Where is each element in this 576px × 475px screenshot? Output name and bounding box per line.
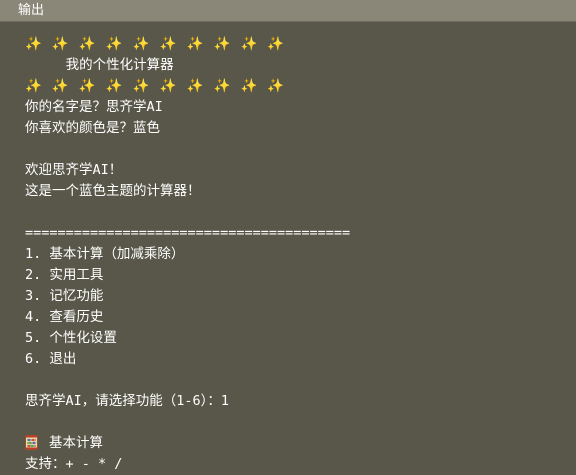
console-lines: ✨ ✨ ✨ ✨ ✨ ✨ ✨ ✨ ✨ ✨ 我的个性化计算器 ✨ ✨ ✨ ✨ ✨ ✨… bbox=[25, 34, 350, 475]
menu-item-tools: 2. 实用工具 bbox=[25, 267, 104, 283]
menu-item-basic-calc: 1. 基本计算（加减乘除） bbox=[25, 246, 185, 262]
support-line: 支持：+ - * / bbox=[25, 456, 123, 472]
sparkle-line-bottom: ✨ ✨ ✨ ✨ ✨ ✨ ✨ ✨ ✨ ✨ bbox=[25, 78, 286, 94]
theme-line: 这是一个蓝色主题的计算器！ bbox=[25, 183, 201, 199]
app-title-line: 我的个性化计算器 bbox=[25, 57, 174, 73]
menu-item-exit: 6. 退出 bbox=[25, 351, 77, 367]
choice-prompt-line: 思齐学AI，请选择功能（1-6）：1 bbox=[25, 393, 230, 409]
menu-item-memory: 3. 记忆功能 bbox=[25, 288, 104, 304]
abacus-icon bbox=[25, 435, 38, 450]
sparkle-line-top: ✨ ✨ ✨ ✨ ✨ ✨ ✨ ✨ ✨ ✨ bbox=[25, 36, 286, 52]
blank-line bbox=[25, 202, 350, 223]
console-output[interactable]: ✨ ✨ ✨ ✨ ✨ ✨ ✨ ✨ ✨ ✨ 我的个性化计算器 ✨ ✨ ✨ ✨ ✨ ✨… bbox=[0, 22, 576, 472]
output-panel-header: 输出 bbox=[0, 0, 576, 22]
panel-title: 输出 bbox=[18, 3, 45, 18]
menu-item-history: 4. 查看历史 bbox=[25, 309, 104, 325]
blank-line bbox=[25, 139, 350, 160]
blank-line bbox=[25, 370, 350, 391]
section-title-line: 基本计算 bbox=[25, 433, 350, 454]
name-prompt-line: 你的名字是？思齐学AI bbox=[25, 99, 163, 115]
blank-line bbox=[25, 412, 350, 433]
welcome-line: 欢迎思齐学AI！ bbox=[25, 162, 123, 178]
color-prompt-line: 你喜欢的颜色是？蓝色 bbox=[25, 120, 160, 136]
separator-line: ======================================== bbox=[25, 225, 351, 241]
menu-item-settings: 5. 个性化设置 bbox=[25, 330, 117, 346]
